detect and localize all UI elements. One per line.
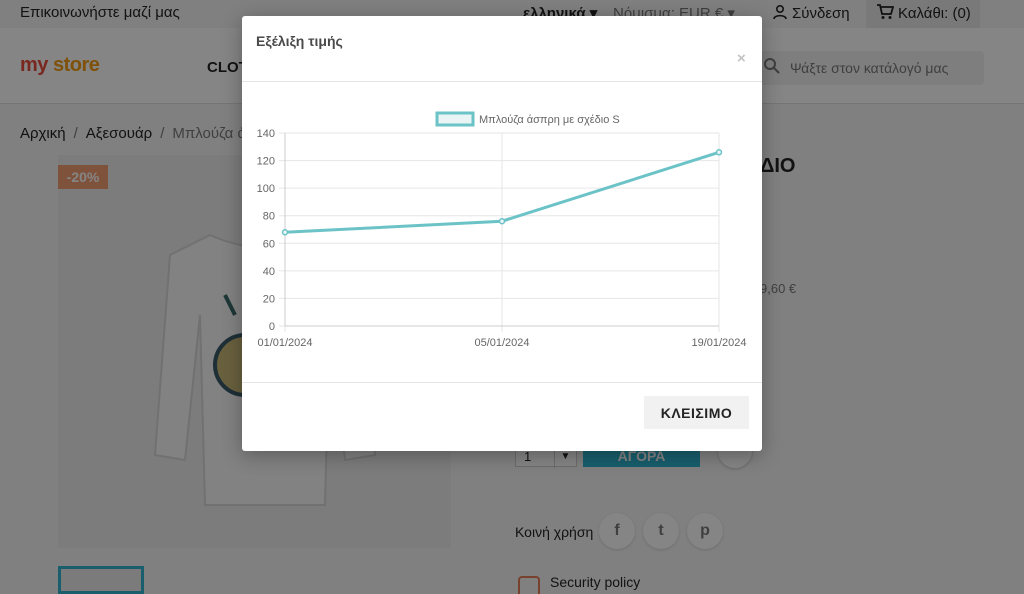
x-tick-label: 01/01/2024 (257, 337, 312, 349)
close-icon[interactable]: × (737, 50, 746, 67)
y-tick-label: 40 (263, 266, 275, 278)
y-tick-label: 140 (257, 128, 275, 140)
price-chart-svg: 0 20 40 60 80 100 120 140 01/01/2024 05/01/2024 19… (257, 111, 747, 349)
modal-divider (242, 81, 762, 82)
data-point (281, 229, 289, 236)
price-chart: 0 20 40 60 80 100 120 140 01/01/2024 05/01/2024 19… (242, 104, 762, 354)
close-button[interactable]: ΚΛΕΙΣΙΜΟ (644, 396, 749, 429)
x-tick-label: 19/01/2024 (691, 337, 746, 349)
y-tick-label: 20 (263, 293, 275, 305)
modal-divider (242, 382, 762, 383)
data-point (498, 217, 506, 225)
data-point (715, 149, 723, 156)
modal-title: Εξέλιξη τιμής (256, 33, 343, 49)
y-tick-label: 100 (257, 183, 275, 195)
legend-label: Μπλούζα άσπρη με σχέδιο S (479, 114, 620, 126)
y-tick-label: 0 (269, 321, 275, 333)
price-history-modal: Εξέλιξη τιμής × 0 20 40 60 80 100 120 140 01/01/… (242, 16, 762, 451)
y-tick-label: 60 (263, 238, 275, 250)
x-tick-label: 05/01/2024 (474, 337, 529, 349)
legend-swatch (435, 111, 475, 127)
y-tick-label: 80 (263, 211, 275, 223)
y-tick-label: 120 (257, 156, 275, 168)
